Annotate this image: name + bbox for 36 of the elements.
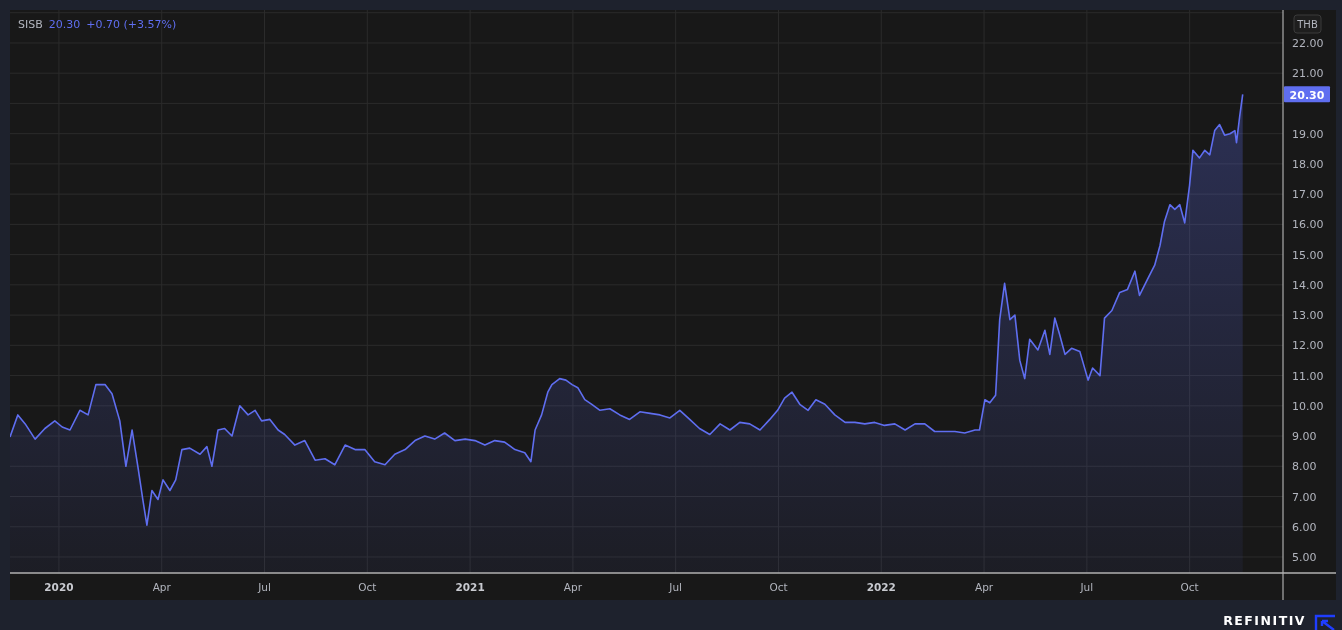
price-tag: 20.30 [1284,86,1330,103]
brand-name: REFINITIV [1223,613,1306,628]
axis-label: Apr [974,581,994,593]
axis-label: 18.00 [1292,157,1324,171]
ticker-symbol: SISB [18,18,43,31]
axis-label: 13.00 [1292,309,1324,323]
axis-label: 12.00 [1292,339,1324,353]
axis-label: 10.00 [1292,399,1324,413]
axis-label: 2022 [866,581,896,593]
axis-label: 7.00 [1292,490,1317,504]
axis-label: 21.00 [1292,67,1324,81]
axis-label: 9.00 [1292,430,1317,444]
axis-label: 6.00 [1292,520,1317,534]
axis-label: Jul [669,581,682,593]
axis-label: Oct [358,581,377,593]
axis-label: Oct [1180,581,1199,593]
axis-label: 22.00 [1292,36,1324,50]
price-value: 20.30 [48,18,81,31]
axis-label: 2020 [44,581,74,593]
price-change: +0.70 (+3.57%) [86,18,177,31]
axis-label: 19.00 [1292,127,1324,141]
axis-label: 11.00 [1292,369,1324,383]
brand-logo-icon [1314,614,1336,630]
axis-label: Jul [258,581,271,593]
axis-label: 5.00 [1292,550,1317,564]
axis-label: Apr [563,581,582,593]
axis-label: 8.00 [1292,460,1317,474]
currency-badge: THB [1293,14,1322,34]
axis-label: Jul [1080,581,1094,593]
axis-label: 14.00 [1292,278,1324,292]
axis-label: Apr [152,581,171,593]
axis-label: 17.00 [1292,188,1324,202]
axis-label: Oct [769,581,788,593]
axis-label: 15.00 [1292,248,1324,262]
axis-label: 2021 [455,581,485,593]
axis-label: 16.00 [1292,218,1324,232]
